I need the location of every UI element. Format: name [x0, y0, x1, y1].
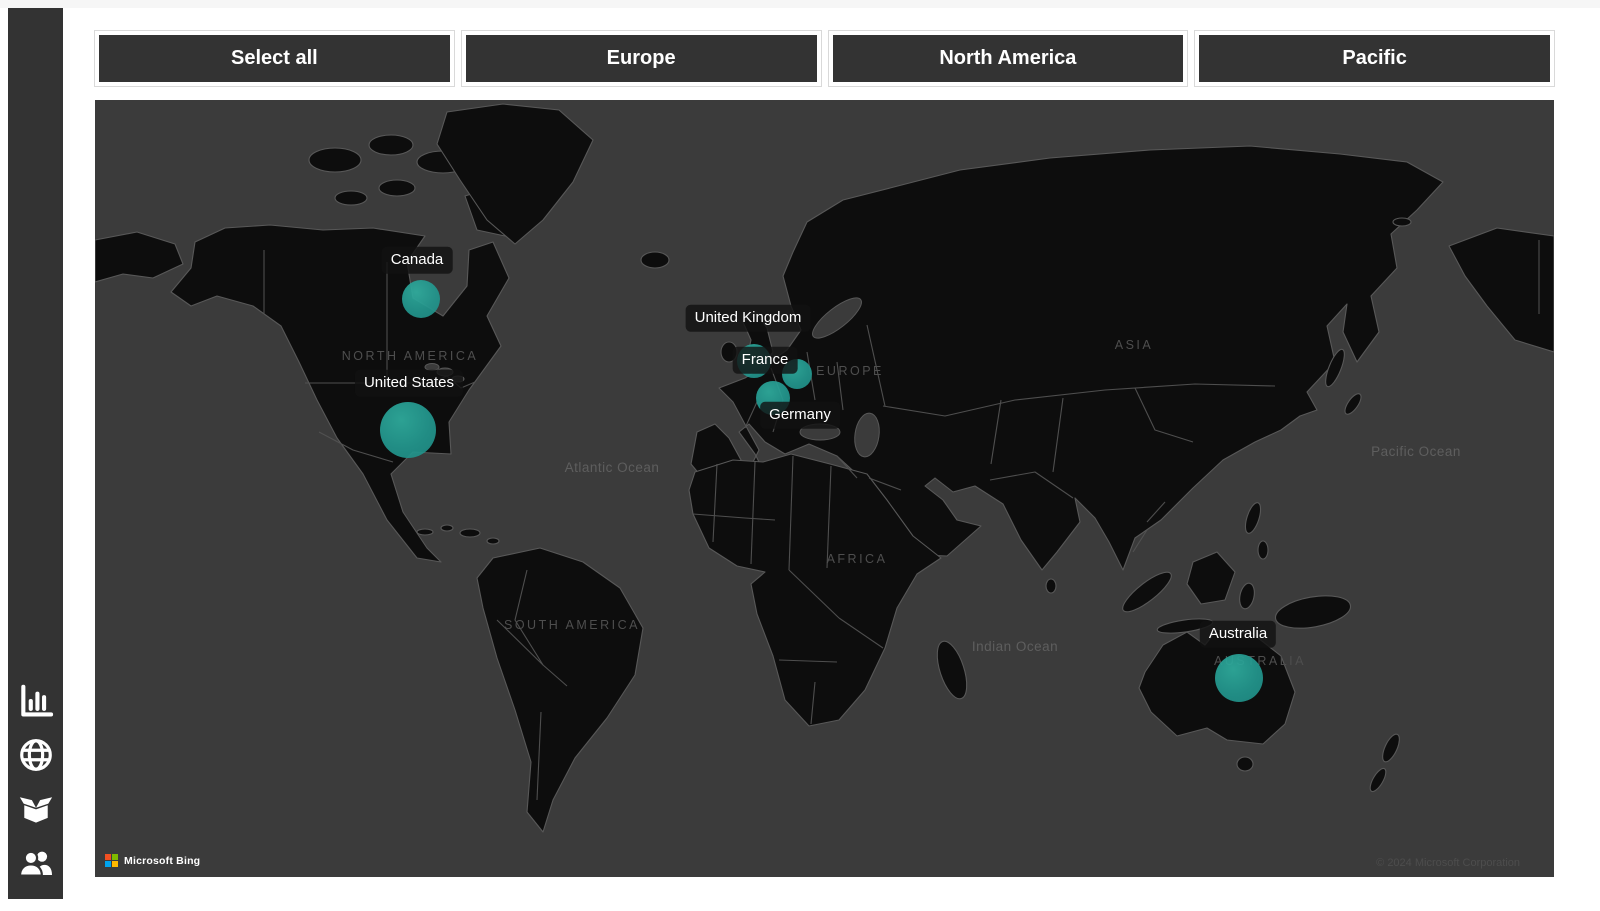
landmasses [95, 104, 1554, 832]
map-label-australia: Australia [1200, 621, 1276, 648]
microsoft-logo-icon [105, 854, 118, 867]
map-visual[interactable]: NORTH AMERICA SOUTH AMERICA EUROPE AFRIC… [95, 100, 1554, 877]
map-label-united-kingdom: United Kingdom [686, 305, 811, 332]
map-label-united-states: United States [355, 370, 463, 397]
map-label-canada: Canada [382, 247, 453, 274]
open-box-icon[interactable] [14, 787, 58, 831]
slicer-button-europe[interactable]: Europe [462, 31, 821, 86]
map-bubble-canada[interactable] [402, 280, 440, 318]
slicer-button-select-all[interactable]: Select all [95, 31, 454, 86]
continent-label-europe: EUROPE [816, 364, 884, 378]
globe-icon[interactable] [14, 733, 58, 777]
continent-label-africa: AFRICA [827, 552, 888, 566]
map-label-germany: Germany [760, 402, 840, 429]
bar-chart-icon[interactable] [14, 679, 58, 723]
top-strip [0, 0, 1600, 8]
map-bubble-united-states[interactable] [380, 402, 436, 458]
report-page: Select all Europe North America Pacific [0, 0, 1600, 911]
map-label-france: France [733, 347, 798, 374]
continent-label-north-america: NORTH AMERICA [342, 349, 478, 363]
region-slicer-row: Select all Europe North America Pacific [95, 31, 1554, 86]
nav-sidebar [8, 8, 63, 899]
map-copyright: © 2024 Microsoft Corporation [1376, 857, 1520, 869]
slicer-button-pacific[interactable]: Pacific [1195, 31, 1554, 86]
map-bubble-australia[interactable] [1215, 654, 1263, 702]
ocean-label-atlantic: Atlantic Ocean [565, 460, 660, 475]
continent-label-south-america: SOUTH AMERICA [504, 618, 640, 632]
continent-label-asia: ASIA [1115, 338, 1154, 352]
bing-logo-text: Microsoft Bing [124, 855, 200, 867]
ocean-label-pacific: Pacific Ocean [1371, 444, 1461, 459]
world-map-svg: NORTH AMERICA SOUTH AMERICA EUROPE AFRIC… [95, 100, 1554, 877]
slicer-button-north-america[interactable]: North America [829, 31, 1188, 86]
bing-attribution: Microsoft Bing [105, 854, 200, 867]
people-icon[interactable] [14, 841, 58, 885]
ocean-label-indian: Indian Ocean [972, 639, 1058, 654]
